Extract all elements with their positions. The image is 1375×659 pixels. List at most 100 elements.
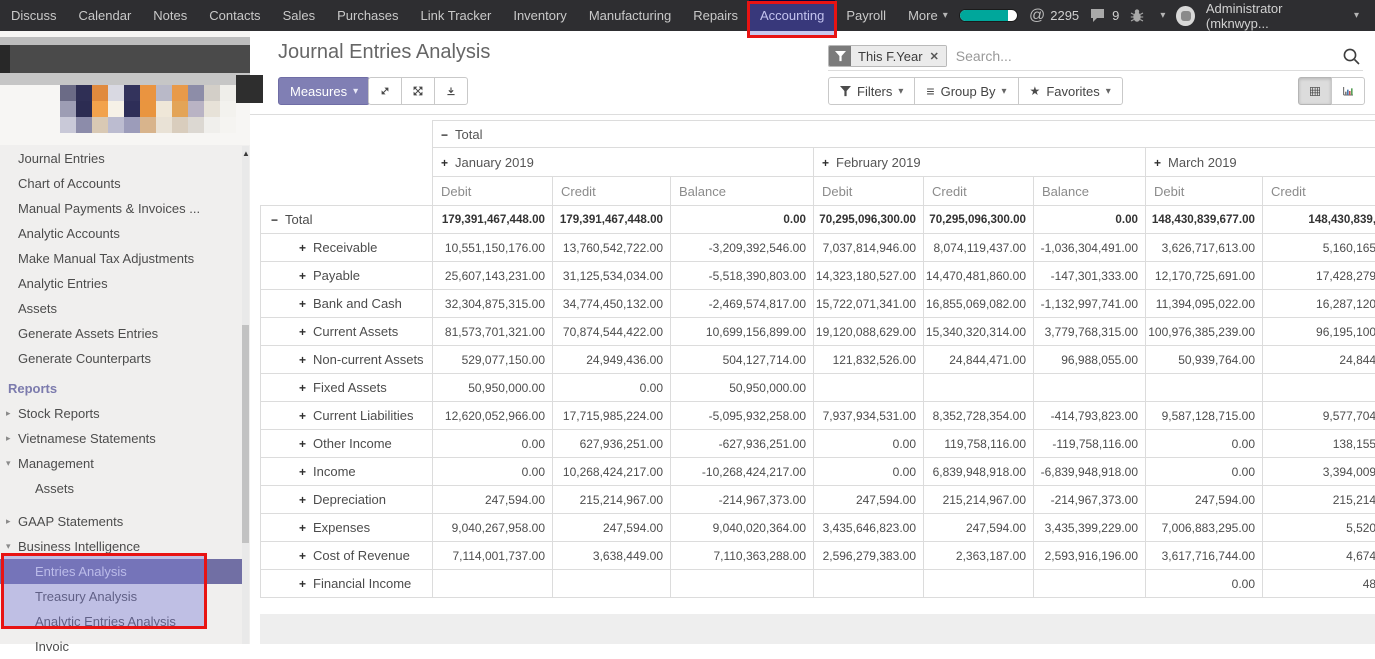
sidebar-item-analytic-accounts[interactable]: Analytic Accounts: [0, 221, 250, 246]
sidebar-item-journal-entries[interactable]: Journal Entries: [0, 146, 250, 171]
pivot-measure-header-balance[interactable]: Balance: [671, 177, 814, 206]
expand-icon[interactable]: +: [1154, 156, 1161, 170]
bug-icon[interactable]: [1130, 9, 1144, 23]
mention-count[interactable]: 2295: [1050, 8, 1079, 23]
favorites-button[interactable]: ★ Favorites ▾: [1018, 77, 1123, 105]
chevron-right-icon[interactable]: ▸: [6, 426, 11, 451]
expand-icon[interactable]: +: [822, 156, 829, 170]
download-icon[interactable]: [434, 77, 468, 105]
pivot-measure-header-balance[interactable]: Balance: [1034, 177, 1146, 206]
expand-icon[interactable]: +: [299, 325, 306, 339]
sidebar-item-analytic-entries[interactable]: Analytic Entries: [0, 271, 250, 296]
expand-icon[interactable]: +: [299, 269, 306, 283]
nav-item-link-tracker[interactable]: Link Tracker: [410, 0, 503, 31]
pivot-row-label-non-current-assets[interactable]: +Non-current Assets: [261, 346, 433, 374]
user-menu[interactable]: Administrator (mknwyp...: [1206, 1, 1338, 31]
nav-item-inventory[interactable]: Inventory: [502, 0, 577, 31]
graph-view-button[interactable]: [1331, 77, 1365, 105]
collapse-icon[interactable]: −: [441, 128, 448, 142]
nav-item-more[interactable]: More▾: [897, 0, 959, 31]
expand-icon[interactable]: +: [299, 297, 306, 311]
measures-button[interactable]: Measures ▾: [278, 77, 370, 105]
sidebar-item-generate-counterparts[interactable]: Generate Counterparts: [0, 346, 250, 371]
sidebar-item-vietnamese-statements[interactable]: ▸Vietnamese Statements: [0, 426, 250, 451]
pivot-row-label-depreciation[interactable]: +Depreciation: [261, 486, 433, 514]
nav-item-repairs[interactable]: Repairs: [682, 0, 749, 31]
sidebar-item-management[interactable]: ▾Management: [0, 451, 250, 476]
pivot-row-label-expenses[interactable]: +Expenses: [261, 514, 433, 542]
filters-button[interactable]: Filters ▾: [828, 77, 915, 105]
chevron-down-icon[interactable]: ▾: [6, 451, 11, 476]
pivot-row-label-receivable[interactable]: +Receivable: [261, 234, 433, 262]
sidebar-item-analytic-entries-analysis[interactable]: Analytic Entries Analysis: [0, 609, 250, 634]
nav-item-manufacturing[interactable]: Manufacturing: [578, 0, 682, 31]
nav-item-purchases[interactable]: Purchases: [326, 0, 409, 31]
sidebar-item-business-intelligence[interactable]: ▾Business Intelligence: [0, 534, 250, 559]
nav-item-sales[interactable]: Sales: [272, 0, 327, 31]
mention-at-icon[interactable]: @: [1029, 7, 1045, 25]
expand-icon[interactable]: +: [299, 521, 306, 535]
sidebar-item-treasury-analysis[interactable]: Treasury Analysis: [0, 584, 250, 609]
pivot-row-label-other-income[interactable]: +Other Income: [261, 430, 433, 458]
nav-item-payroll[interactable]: Payroll: [835, 0, 897, 31]
sidebar-item-generate-assets-entries[interactable]: Generate Assets Entries: [0, 321, 250, 346]
expand-icon[interactable]: +: [299, 353, 306, 367]
pivot-col-header-march-2019[interactable]: +March 2019: [1146, 148, 1375, 177]
search-input[interactable]: Search...: [956, 48, 1342, 64]
sidebar-item-make-manual-tax-adjustments[interactable]: Make Manual Tax Adjustments: [0, 246, 250, 271]
search-icon[interactable]: [1342, 47, 1361, 66]
pivot-view-button[interactable]: [1298, 77, 1332, 105]
pivot-measure-header-debit[interactable]: Debit: [1146, 177, 1263, 206]
pivot-measure-header-debit[interactable]: Debit: [814, 177, 924, 206]
nav-item-discuss[interactable]: Discuss: [0, 0, 68, 31]
sidebar-item-chart-of-accounts[interactable]: Chart of Accounts: [0, 171, 250, 196]
scroll-up-icon[interactable]: ▲: [241, 149, 251, 158]
expand-icon[interactable]: +: [441, 156, 448, 170]
pivot-col-header-january-2019[interactable]: +January 2019: [433, 148, 814, 177]
pivot-measure-header-credit[interactable]: Credit: [924, 177, 1034, 206]
expand-icon[interactable]: +: [299, 493, 306, 507]
chevron-right-icon[interactable]: ▸: [6, 401, 11, 426]
expand-icon[interactable]: +: [299, 577, 306, 591]
expand-icon[interactable]: +: [299, 381, 306, 395]
expand-icon[interactable]: +: [299, 241, 306, 255]
nav-item-calendar[interactable]: Calendar: [68, 0, 143, 31]
pivot-row-label-payable[interactable]: +Payable: [261, 262, 433, 290]
collapse-icon[interactable]: −: [271, 213, 278, 227]
expand-icon[interactable]: +: [299, 549, 306, 563]
pivot-measure-header-debit[interactable]: Debit: [433, 177, 553, 206]
chevron-down-icon[interactable]: ▾: [6, 534, 11, 559]
pivot-row-label-bank-and-cash[interactable]: +Bank and Cash: [261, 290, 433, 318]
sidebar-scrollbar-thumb[interactable]: [242, 325, 249, 543]
bug-caret-icon[interactable]: ▾: [1160, 10, 1165, 21]
pivot-row-label-current-assets[interactable]: +Current Assets: [261, 318, 433, 346]
user-caret-icon[interactable]: ▾: [1354, 10, 1359, 21]
pivot-measure-header-credit[interactable]: Credit: [1263, 177, 1375, 206]
sidebar-item-entries-analysis[interactable]: Entries Analysis: [0, 559, 245, 584]
pivot-row-label-fixed-assets[interactable]: +Fixed Assets: [261, 374, 433, 402]
group-by-button[interactable]: ≡ Group By ▾: [914, 77, 1018, 105]
sidebar-item-assets[interactable]: Assets: [0, 476, 250, 501]
chevron-right-icon[interactable]: ▸: [6, 509, 11, 534]
expand-icon[interactable]: +: [299, 409, 306, 423]
pivot-row-label-income[interactable]: +Income: [261, 458, 433, 486]
remove-facet-icon[interactable]: ✕: [930, 50, 939, 63]
pivot-col-header-total[interactable]: −Total: [433, 121, 1375, 148]
expand-icon[interactable]: +: [299, 465, 306, 479]
chat-bubble-icon[interactable]: [1090, 8, 1107, 23]
sidebar-item-gaap-statements[interactable]: ▸GAAP Statements: [0, 509, 250, 534]
pivot-col-header-february-2019[interactable]: +February 2019: [814, 148, 1146, 177]
search-bar[interactable]: This F.Year ✕ Search...: [828, 42, 1363, 71]
sidebar-item-reports[interactable]: Reports: [0, 376, 250, 401]
sidebar-item-stock-reports[interactable]: ▸Stock Reports: [0, 401, 250, 426]
pivot-row-label-current-liabilities[interactable]: +Current Liabilities: [261, 402, 433, 430]
pivot-measure-header-credit[interactable]: Credit: [553, 177, 671, 206]
sidebar-item-assets[interactable]: Assets: [0, 296, 250, 321]
expand-all-button[interactable]: [368, 77, 402, 105]
pivot-row-label-financial-income[interactable]: +Financial Income: [261, 570, 433, 598]
avatar[interactable]: [1176, 6, 1194, 26]
sidebar-item-manual-payments-invoices[interactable]: Manual Payments & Invoices ...: [0, 196, 250, 221]
pivot-row-label-cost-of-revenue[interactable]: +Cost of Revenue: [261, 542, 433, 570]
sidebar-item-invoic[interactable]: Invoic: [0, 634, 250, 659]
pivot-row-label-total[interactable]: −Total: [261, 206, 433, 234]
